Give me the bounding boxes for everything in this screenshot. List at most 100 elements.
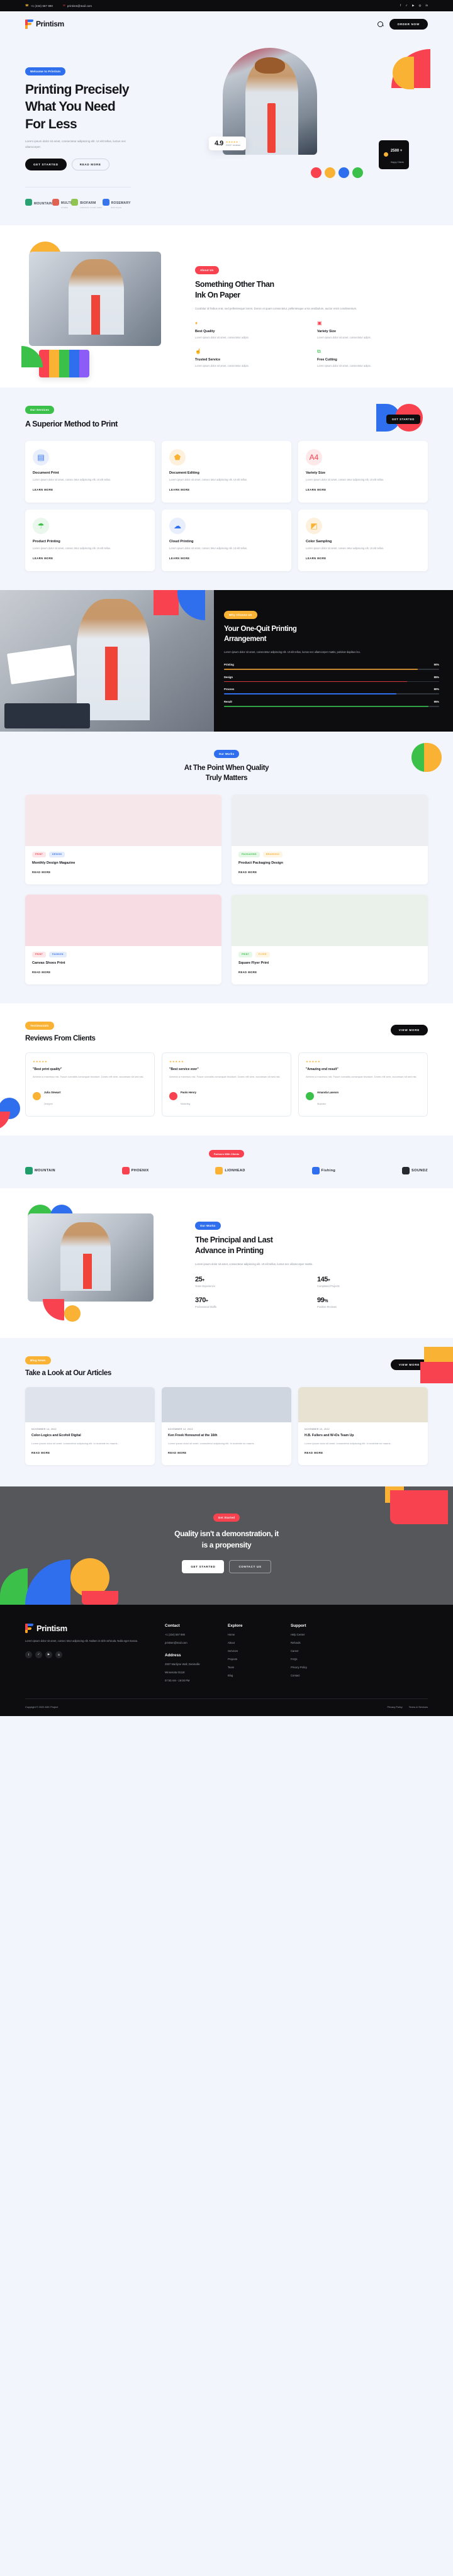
cta-contact-us-button[interactable]: CONTACT US	[229, 1560, 271, 1574]
blog-card[interactable]: NOVEMBER 14, 2022 Color-Logics and Ecofo…	[25, 1386, 155, 1466]
cta-get-started-button[interactable]: GET STARTED	[182, 1560, 225, 1574]
blog-date: NOVEMBER 12, 2022	[168, 1427, 193, 1430]
service-card[interactable]: ☁ Cloud Printing Lorem ipsum dolor sit a…	[162, 510, 291, 572]
order-now-button[interactable]: ORDER NOW	[389, 18, 428, 30]
service-title: Color Sampling	[306, 540, 332, 544]
hero-get-started-button[interactable]: GET STARTED	[25, 158, 67, 170]
portfolio-card[interactable]: PRINT FASHION Canvas Shoes Print READ MOR…	[25, 894, 221, 984]
portfolio-title-text: Monthly Design Magazine	[32, 861, 76, 865]
partner-logo: PHOENIX	[121, 1166, 149, 1174]
service-title: Document Print	[33, 471, 59, 476]
footer-explore-link[interactable]: Services	[228, 1649, 277, 1653]
portfolio-card[interactable]: PRINT DESIGN Monthly Design Magazine READ…	[25, 794, 221, 884]
rating-stars: ★★★★★	[225, 140, 238, 143]
cta-title: Quality isn't a demonstration, it is a pr…	[174, 1529, 279, 1550]
footer-explore-link[interactable]: Projects	[228, 1658, 277, 1661]
topbar-email[interactable]: ✉ printism@mail.com	[63, 4, 92, 8]
footer-support-link[interactable]: Refunds	[291, 1641, 340, 1644]
footer-address-line: Minnesota 01118	[165, 1671, 185, 1675]
service-learn-more-link[interactable]: LEARN MORE	[306, 557, 327, 560]
stats-section: Our Works The Principal and Last Advance …	[0, 1188, 453, 1338]
blog-read-more-link[interactable]: READ MORE	[168, 1451, 187, 1454]
linkedin-icon[interactable]: in	[55, 1651, 62, 1658]
footer-brand[interactable]: Printism	[25, 1624, 151, 1634]
topbar-phone[interactable]: ☎ +1 (234) 567 890	[25, 4, 53, 8]
service-card[interactable]: ⬟ Document Editing Lorem ipsum dolor sit…	[162, 441, 291, 503]
brand-logo[interactable]: Printism	[25, 19, 64, 29]
footer-support-link[interactable]: Privacy Policy	[291, 1666, 340, 1669]
services-get-started-button[interactable]: GET STARTED	[386, 415, 420, 425]
footer-address-line: 07:00 AM - 19:00 PM	[165, 1679, 190, 1683]
portfolio-read-more-link[interactable]: READ MORE	[32, 971, 51, 974]
portfolio-read-more-link[interactable]: READ MORE	[238, 871, 257, 874]
footer-support-link[interactable]: Help Center	[291, 1633, 340, 1636]
cta-badge: Get Started	[213, 1514, 240, 1522]
footer-phone[interactable]: +1 (234) 567 890	[165, 1633, 214, 1636]
blog-image	[298, 1386, 428, 1422]
blog-read-more-link[interactable]: READ MORE	[305, 1451, 323, 1454]
footer-social-links[interactable]: f ✓ ▶ in	[25, 1651, 151, 1658]
service-learn-more-link[interactable]: LEARN MORE	[33, 488, 53, 491]
partners-section: Partners With Clients MOUNTAIN PHOENIX L…	[0, 1135, 453, 1188]
service-learn-more-link[interactable]: LEARN MORE	[169, 488, 190, 491]
youtube-icon[interactable]: ▶	[45, 1651, 52, 1658]
blog-excerpt: Lorem ipsum dolor sit amet, consectetur …	[31, 1441, 119, 1445]
review-author-name: Julia Stewart	[44, 1090, 61, 1094]
portfolio-card[interactable]: PRINT FLYER Square Flyer Print READ MORE	[232, 894, 428, 984]
site-footer: Printism Lorem ipsum dolor sit amet, con…	[0, 1605, 453, 1717]
portfolio-tag[interactable]: PRINT	[238, 951, 252, 957]
service-learn-more-link[interactable]: LEARN MORE	[306, 488, 327, 491]
service-card[interactable]: ◩ Color Sampling Lorem ipsum dolor sit a…	[298, 510, 428, 572]
portfolio-tag[interactable]: PRINT	[32, 951, 46, 957]
search-icon[interactable]	[377, 21, 383, 27]
blog-read-more-link[interactable]: READ MORE	[31, 1451, 50, 1454]
footer-support-heading: Support	[291, 1624, 306, 1629]
footer-bottom-link[interactable]: Privacy Policy	[388, 1705, 403, 1709]
review-author-role: Designer	[44, 1102, 53, 1105]
portfolio-tag[interactable]: PRINT	[32, 851, 46, 857]
portfolio-card[interactable]: PACKAGING BRANDING Product Packaging Desi…	[232, 794, 428, 884]
service-learn-more-link[interactable]: LEARN MORE	[169, 557, 190, 560]
portfolio-read-more-link[interactable]: READ MORE	[32, 871, 51, 874]
portfolio-tag[interactable]: DESIGN	[49, 851, 65, 857]
youtube-icon[interactable]: ▶	[412, 4, 414, 8]
linkedin-icon[interactable]: in	[425, 4, 428, 8]
product-printing-icon: ☂	[33, 518, 49, 535]
service-card[interactable]: A4 Variety Size Lorem ipsum dolor sit am…	[298, 441, 428, 503]
blog-card[interactable]: NOVEMBER 12, 2022 Ken Freek Honoured at …	[162, 1386, 291, 1466]
topbar-social-links[interactable]: f ✓ ▶ ◎ in	[400, 4, 428, 8]
footer-support-link[interactable]: Career	[291, 1649, 340, 1653]
footer-bottom-link[interactable]: Terms & Services	[409, 1705, 428, 1709]
clients-count-badge: 2500 + Happy Clients	[378, 140, 409, 169]
portfolio-tag[interactable]: PACKAGING	[238, 851, 260, 857]
portfolio-tags: PRINT FLYER	[238, 951, 421, 957]
footer-email[interactable]: printism@mail.com	[165, 1641, 214, 1644]
footer-bottom-links[interactable]: Privacy Policy Terms & Services	[388, 1705, 428, 1709]
facebook-icon[interactable]: f	[25, 1651, 32, 1658]
footer-explore-link[interactable]: Blog	[228, 1674, 277, 1677]
portfolio-read-more-link[interactable]: READ MORE	[238, 971, 257, 974]
service-card[interactable]: ☂ Product Printing Lorem ipsum dolor sit…	[25, 510, 155, 572]
portfolio-tag[interactable]: FLYER	[255, 951, 270, 957]
twitter-icon[interactable]: ✓	[405, 4, 408, 8]
partner-name: MOUNTAIN	[35, 1168, 55, 1173]
portfolio-decor	[411, 742, 442, 772]
hero-read-more-button[interactable]: READ MORE	[71, 158, 109, 170]
facebook-icon[interactable]: f	[400, 4, 401, 8]
footer-explore-link[interactable]: Home	[228, 1633, 277, 1636]
footer-explore-link[interactable]: About	[228, 1641, 277, 1644]
twitter-icon[interactable]: ✓	[35, 1651, 42, 1658]
reviews-view-more-button[interactable]: VIEW MORE	[390, 1025, 428, 1036]
instagram-icon[interactable]: ◎	[419, 4, 422, 8]
skill-bar-label: Process	[224, 688, 235, 691]
decor-red-shape	[82, 1591, 118, 1605]
blog-card[interactable]: NOVEMBER 10, 2022 H.B. Fullers and W+Ds …	[298, 1386, 428, 1466]
portfolio-tag[interactable]: FASHION	[49, 951, 67, 957]
footer-support-link[interactable]: FAQs	[291, 1658, 340, 1661]
service-card[interactable]: ▤ Document Print Lorem ipsum dolor sit a…	[25, 441, 155, 503]
footer-explore-link[interactable]: Team	[228, 1666, 277, 1669]
portfolio-image	[25, 794, 221, 846]
service-learn-more-link[interactable]: LEARN MORE	[33, 557, 53, 560]
footer-support-link[interactable]: Contact	[291, 1674, 340, 1677]
portfolio-tag[interactable]: BRANDING	[262, 851, 283, 857]
